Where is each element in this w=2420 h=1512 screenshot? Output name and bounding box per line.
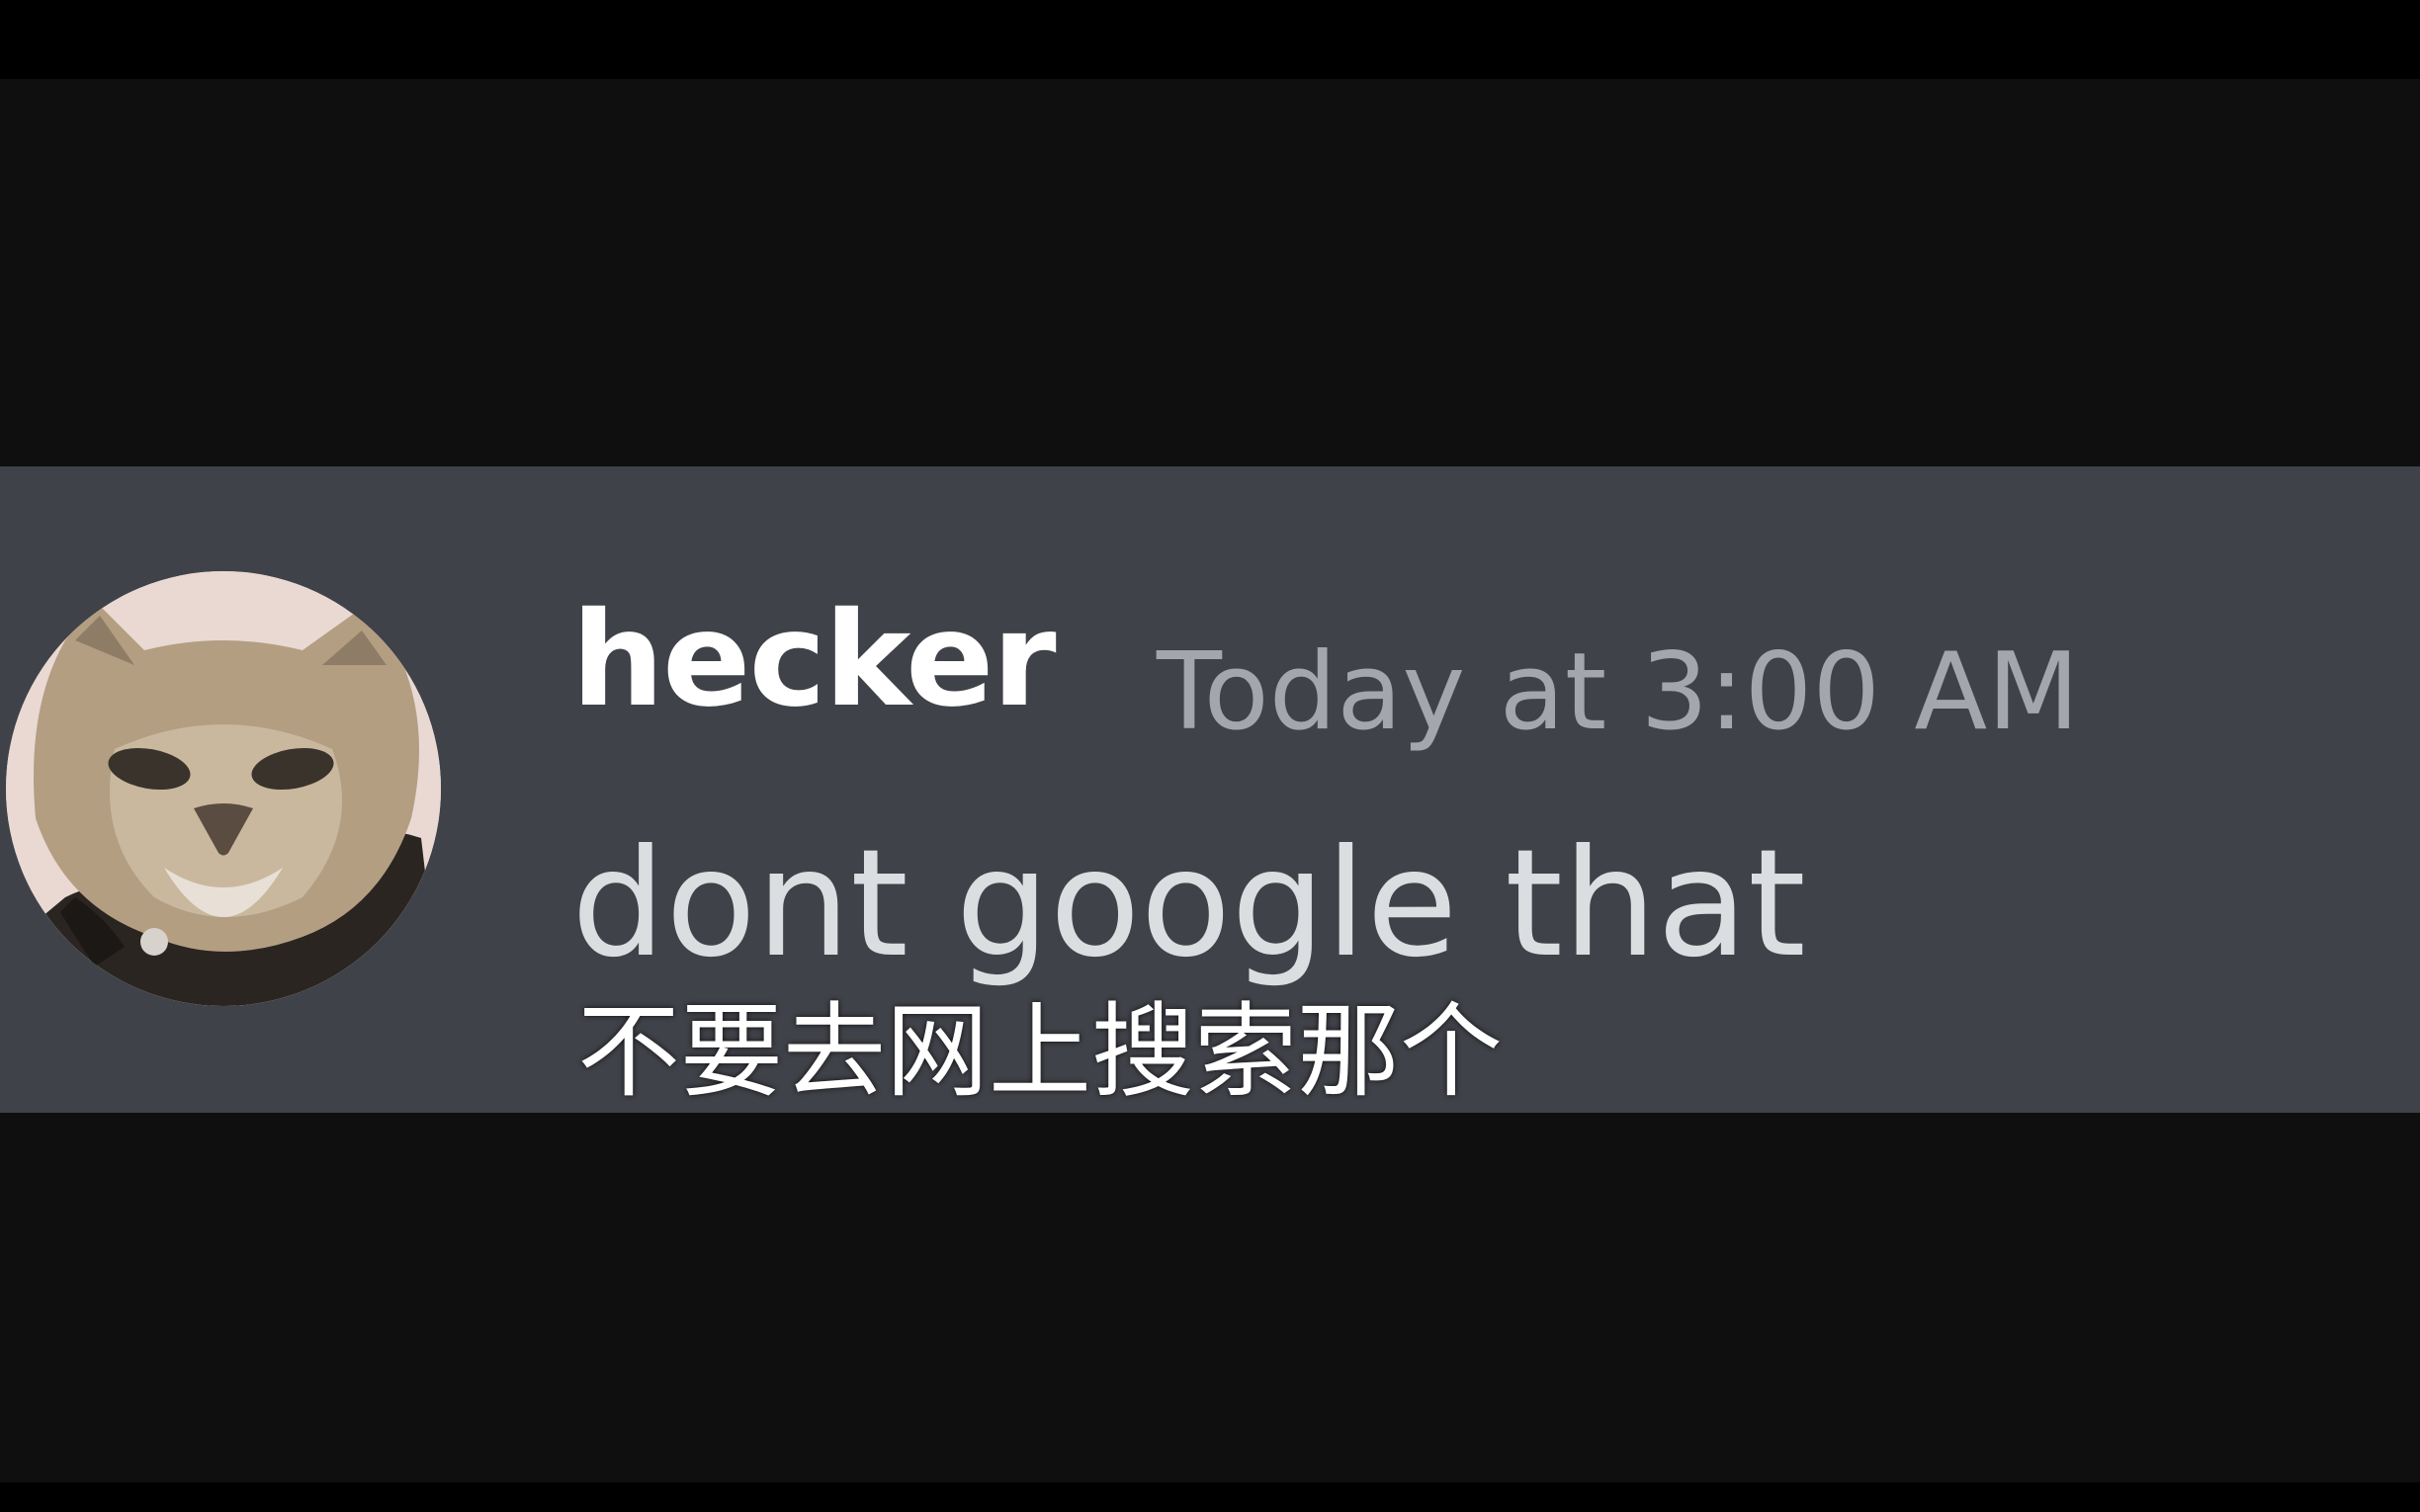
video-subtitle: 不要去网上搜索那个 bbox=[577, 991, 1504, 1112]
video-frame: hecker Today at 3:00 AM dont google that… bbox=[0, 0, 2420, 1512]
letterbox-bottom bbox=[0, 1482, 2420, 1512]
user-avatar[interactable] bbox=[6, 571, 441, 1006]
letterbox-top bbox=[0, 0, 2420, 79]
message-timestamp: Today at 3:00 AM bbox=[1157, 630, 2080, 754]
username[interactable]: hecker bbox=[571, 595, 1057, 725]
message-content: dont google that bbox=[571, 818, 1806, 990]
chat-message[interactable]: hecker Today at 3:00 AM dont google that… bbox=[0, 466, 2420, 1113]
cat-avatar-icon bbox=[6, 571, 441, 1006]
